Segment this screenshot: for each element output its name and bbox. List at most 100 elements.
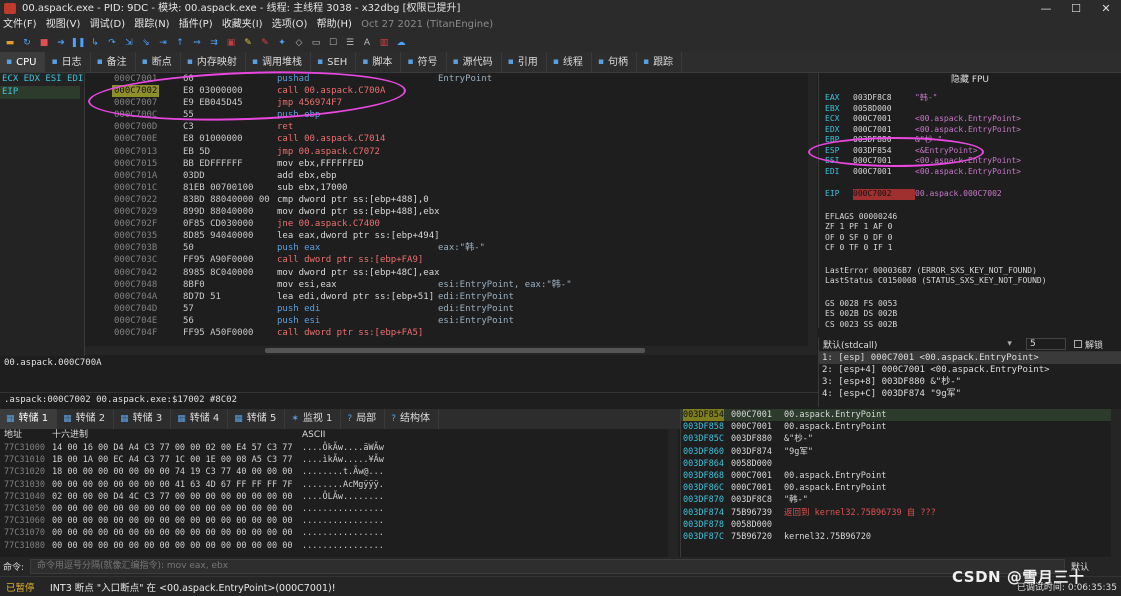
plugin-icon[interactable]: ☁	[394, 37, 408, 49]
dump-row[interactable]: 77C31050 00 00 00 00 00 00 00 00 00 00 00…	[0, 503, 680, 515]
dump-tab-7[interactable]: ? 结构体	[385, 409, 439, 429]
dump-row[interactable]: 77C31040 02 00 00 00 D4 4C C3 77 00 00 00…	[0, 491, 680, 503]
dump-row[interactable]: 77C31010 1B 00 1A 00 EC A4 C3 77 1C 00 1E…	[0, 454, 680, 466]
disasm-row[interactable]: 000C703C FF95 A90F0000 call dword ptr ss:[…	[85, 254, 817, 266]
dump-row[interactable]: 77C31000 14 00 16 00 D4 A4 C3 77 00 00 02…	[0, 442, 680, 454]
stack-row[interactable]: 003DF85C 003DF880 &"杪-"	[681, 433, 1121, 445]
menu-trace[interactable]: 跟踪(N)	[131, 17, 172, 33]
disasm-row[interactable]: 000C704D 57 push edi edi:EntryPoint	[85, 303, 817, 315]
bookmark-icon[interactable]: ✦	[275, 37, 289, 49]
dump-tab-6[interactable]: ? 局部	[341, 409, 386, 429]
dump-tab-2[interactable]: ▦ 转储 3	[114, 409, 172, 429]
register-value[interactable]: 000C7001	[853, 114, 915, 125]
animate-icon[interactable]: ⇉	[207, 37, 221, 49]
restart-icon[interactable]: ↻	[20, 37, 34, 49]
label-icon[interactable]: ✎	[258, 37, 272, 49]
menu-favourites[interactable]: 收藏夹(I)	[219, 17, 266, 33]
disasm-row[interactable]: 000C7022 83BD 88040000 00 cmp dword ptr ss…	[85, 194, 817, 206]
register-row[interactable]: EDI 000C7001 <00.aspack.EntryPoint>	[819, 167, 1121, 178]
open-icon[interactable]: ▬	[3, 37, 17, 49]
dump-tab-1[interactable]: ▦ 转储 2	[57, 409, 115, 429]
dump-view[interactable]: 地址 十六进制 ASCII 77C31000 14 00 16 00 D4 A4 …	[0, 429, 680, 557]
tab-4[interactable]: ▪ 内存映射	[181, 52, 246, 73]
script-icon[interactable]: A	[360, 37, 374, 49]
sync-icon[interactable]: ▥	[377, 37, 391, 49]
disasm-row[interactable]: 000C7015 BB EDFFFFFF mov ebx,FFFFFFED	[85, 158, 817, 170]
tab-9[interactable]: ▪ 源代码	[447, 52, 502, 73]
register-row[interactable]: EAX 003DF8C8 "韩-"	[819, 93, 1121, 104]
disasm-row[interactable]: 000C702F 0F85 CD030000 jne 00.aspack.C7400	[85, 218, 817, 230]
stack-row[interactable]: 003DF860 003DF874 "9g军"	[681, 446, 1121, 458]
stack-row[interactable]: 003DF868 000C7001 00.aspack.EntryPoint	[681, 470, 1121, 482]
disassembly-vscrollbar[interactable]	[808, 73, 817, 346]
execute-till-return-icon[interactable]: ↑	[173, 37, 187, 49]
menu-file[interactable]: 文件(F)	[0, 17, 40, 33]
trace-into-icon[interactable]: ⇲	[122, 37, 136, 49]
disasm-row[interactable]: 000C7013 EB 5D jmp 00.aspack.C7072	[85, 146, 817, 158]
disasm-row[interactable]: 000C7042 8985 8C040000 mov dword ptr ss:[e…	[85, 267, 817, 279]
disasm-row[interactable]: 000C703B 50 push eax eax:"韩-"	[85, 242, 817, 254]
dump-row[interactable]: 77C31080 00 00 00 00 00 00 00 00 00 00 00…	[0, 540, 680, 552]
call-arg-row[interactable]: 4: [esp+C] 003DF874 "9g军"	[819, 388, 1121, 400]
tab-6[interactable]: ▪ SEH	[311, 52, 357, 73]
step-into-icon[interactable]: ↳	[88, 37, 102, 49]
patch-icon[interactable]: ▣	[224, 37, 238, 49]
tab-0[interactable]: ▪ CPU	[0, 52, 46, 73]
disasm-row[interactable]: 000C704E 56 push esi esi:EntryPoint	[85, 315, 817, 327]
disasm-row[interactable]: 000C701C 81EB 00700100 sub ebx,17000	[85, 182, 817, 194]
register-value[interactable]: 000C7001	[853, 125, 915, 136]
stack-scrollbar[interactable]	[1111, 409, 1121, 557]
function-icon[interactable]: ◇	[292, 37, 306, 49]
stack-row[interactable]: 003DF874 75B96739 返回到 kernel32.75B96739 自 …	[681, 507, 1121, 519]
stack-row[interactable]: 003DF854 000C7001 00.aspack.EntryPoint	[681, 409, 1121, 422]
stack-row[interactable]: 003DF86C 000C7001 00.aspack.EntryPoint	[681, 482, 1121, 494]
dump-scrollbar[interactable]	[668, 429, 678, 557]
register-value[interactable]: 000C7002	[853, 189, 915, 200]
menu-options[interactable]: 选项(O)	[269, 17, 311, 33]
stack-row[interactable]: 003DF858 000C7001 00.aspack.EntryPoint	[681, 421, 1121, 433]
stack-row[interactable]: 003DF878 0058D000	[681, 519, 1121, 531]
disasm-row[interactable]: 000C7048 8BF0 mov esi,eax esi:EntryPoint, e…	[85, 279, 817, 291]
tab-1[interactable]: ▪ 日志	[45, 52, 91, 73]
dump-row[interactable]: 77C31070 00 00 00 00 00 00 00 00 00 00 00…	[0, 527, 680, 539]
disasm-row[interactable]: 000C704A 8D7D 51 lea edi,dword ptr ss:[ebp…	[85, 291, 817, 303]
disasm-row[interactable]: 000C7029 899D 88040000 mov dword ptr ss:[e…	[85, 206, 817, 218]
registers-panel[interactable]: 隐藏 FPU EAX 003DF8C8 "韩-" EBX 0058D000 ECX 000C…	[818, 73, 1121, 328]
pause-icon[interactable]: ❚❚	[70, 37, 85, 49]
command-input[interactable]: 命令用逗号分隔(就像汇编指令): mov eax, ebx	[30, 559, 1065, 574]
menu-view[interactable]: 视图(V)	[43, 17, 84, 33]
stack-row[interactable]: 003DF864 0058D000	[681, 458, 1121, 470]
arg-count-spinner[interactable]: 5	[1025, 338, 1066, 350]
trace-over-icon[interactable]: ⇘	[139, 37, 153, 49]
tab-5[interactable]: ▪ 调用堆栈	[246, 52, 311, 73]
disasm-row[interactable]: 000C701A 03DD add ebx,ebp	[85, 170, 817, 182]
disassembly-hscrollbar[interactable]	[85, 346, 817, 355]
register-row[interactable]: EDX 000C7001 <00.aspack.EntryPoint>	[819, 125, 1121, 136]
tab-11[interactable]: ▪ 线程	[547, 52, 592, 73]
register-row[interactable]: EBX 0058D000	[819, 104, 1121, 115]
disasm-row[interactable]: 000C704F FF95 A50F0000 call dword ptr ss:[…	[85, 327, 817, 339]
menu-debug[interactable]: 调试(D)	[87, 17, 129, 33]
disasm-row[interactable]: 000C700E E8 01000000 call 00.aspack.C7014	[85, 133, 817, 145]
step-over-icon[interactable]: ↷	[105, 37, 119, 49]
menu-plugins[interactable]: 插件(P)	[176, 17, 216, 33]
tab-10[interactable]: ▪ 引用	[502, 52, 547, 73]
register-row[interactable]: EIP 000C7002 00.aspack.000C7002	[819, 189, 1121, 200]
run-to-user-icon[interactable]: ⇥	[156, 37, 170, 49]
dump-tab-0[interactable]: ▦ 转储 1	[0, 409, 58, 429]
register-value[interactable]: 000C7001	[853, 167, 915, 178]
skip-icon[interactable]: ⇒	[190, 37, 204, 49]
maximize-button[interactable]: ☐	[1061, 0, 1091, 17]
menu-help[interactable]: 帮助(H)	[314, 17, 355, 33]
minimize-button[interactable]: —	[1031, 0, 1061, 17]
dump-row[interactable]: 77C31060 00 00 00 00 00 00 00 00 00 00 00…	[0, 515, 680, 527]
argument-icon[interactable]: ▭	[309, 37, 323, 49]
call-arg-row[interactable]: 3: [esp+8] 003DF880 &"杪-"	[819, 376, 1121, 388]
dump-tab-5[interactable]: ✶ 监视 1	[285, 409, 342, 429]
tab-8[interactable]: ▪ 符号	[401, 52, 447, 73]
dump-row[interactable]: 77C31030 00 00 00 00 00 00 00 00 41 63 4D…	[0, 479, 680, 491]
stack-row[interactable]: 003DF870 003DF8C8 "韩-"	[681, 494, 1121, 506]
call-arg-row[interactable]: 2: [esp+4] 000C7001 <00.aspack.EntryPoin…	[819, 364, 1121, 376]
stack-row[interactable]: 003DF87C 75B96720 kernel32.75B96720	[681, 531, 1121, 543]
calls-icon[interactable]: ☰	[343, 37, 357, 49]
